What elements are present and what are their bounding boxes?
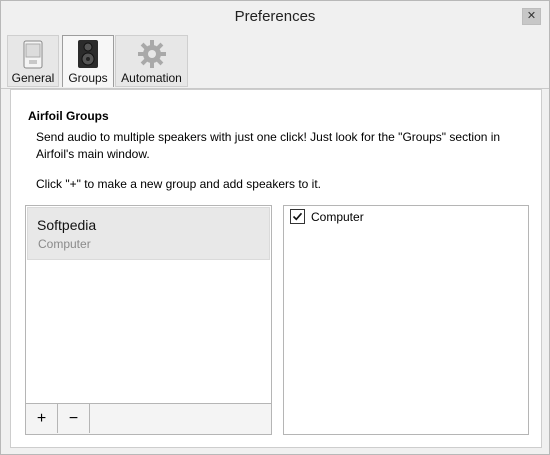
- speaker-label: Computer: [311, 209, 364, 224]
- groups-panel: Airfoil Groups Send audio to multiple sp…: [10, 89, 542, 448]
- tab-label-general: General: [11, 71, 55, 85]
- gear-icon: [137, 40, 166, 68]
- tab-groups[interactable]: Groups: [62, 35, 114, 87]
- tab-label-groups: Groups: [68, 71, 108, 85]
- speakers-icon: [78, 40, 98, 68]
- speaker-checkbox[interactable]: [290, 209, 305, 224]
- close-button[interactable]: ✕: [522, 8, 541, 25]
- hint-text: Click "+" to make a new group and add sp…: [36, 177, 322, 191]
- description-text: Send audio to multiple speakers with jus…: [36, 130, 501, 161]
- speaker-list: Computer: [283, 205, 529, 435]
- close-icon: ✕: [526, 10, 537, 22]
- group-subtitle: Computer: [38, 237, 91, 251]
- checkmark-icon: [292, 212, 303, 221]
- section-title: Airfoil Groups: [28, 109, 109, 123]
- add-group-button[interactable]: +: [26, 404, 58, 433]
- group-list: Softpedia Computer + −: [25, 205, 272, 435]
- preferences-tab-bar: General Groups Automation: [1, 32, 549, 89]
- tab-label-automation: Automation: [121, 71, 182, 85]
- tab-general[interactable]: General: [7, 35, 59, 87]
- preferences-window: Preferences ✕ General Groups Automation …: [0, 0, 550, 455]
- device-icon: [23, 40, 43, 69]
- title-bar: Preferences ✕: [1, 1, 549, 32]
- group-name: Softpedia: [37, 217, 97, 233]
- speaker-item[interactable]: Computer: [290, 209, 364, 224]
- group-list-toolbar: + −: [26, 403, 271, 434]
- remove-group-button[interactable]: −: [58, 404, 90, 433]
- group-item[interactable]: Softpedia Computer: [27, 207, 270, 260]
- tab-automation[interactable]: Automation: [115, 35, 188, 87]
- window-title: Preferences: [234, 8, 316, 25]
